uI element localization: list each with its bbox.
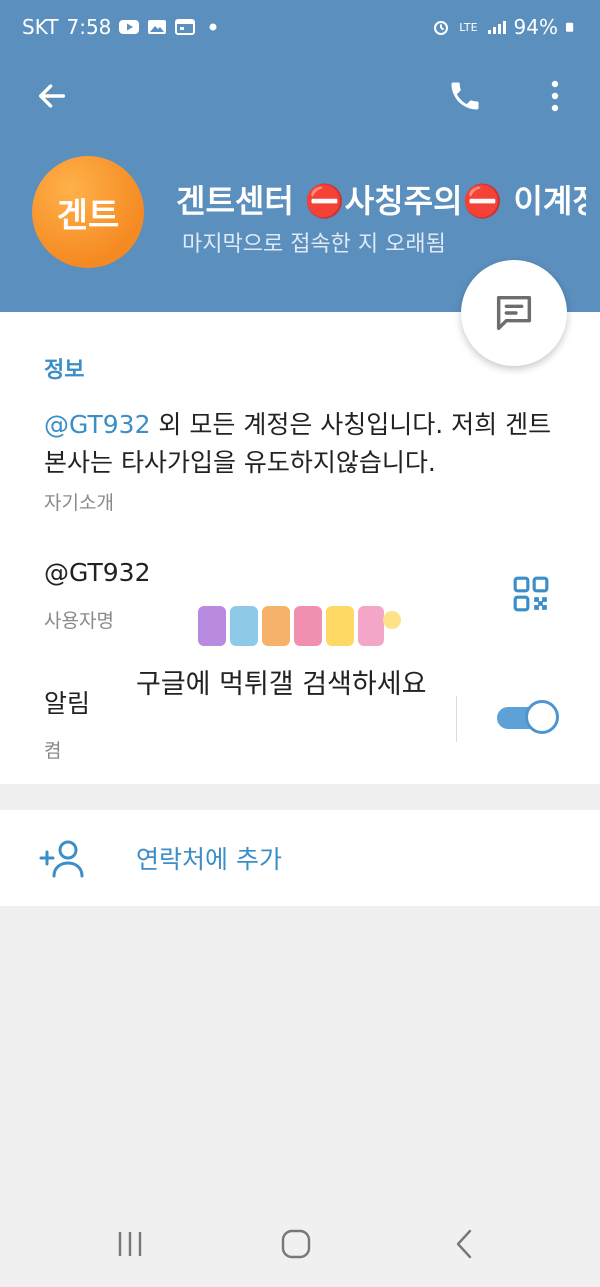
toggle-knob [525, 700, 559, 734]
signal-icon [487, 21, 506, 34]
clock: 7:58 [66, 15, 112, 39]
call-button[interactable] [437, 68, 493, 124]
divider [456, 696, 457, 742]
home-icon [281, 1229, 311, 1259]
watermark-logo [198, 606, 401, 646]
qr-code-icon [513, 576, 549, 612]
add-contact-label: 연락처에 추가 [136, 845, 282, 874]
recent-apps-button[interactable] [102, 1220, 158, 1268]
battery-icon [566, 22, 574, 32]
bio-mention-link[interactable]: @GT932 [44, 410, 150, 439]
back-button[interactable] [24, 68, 80, 124]
home-button[interactable] [268, 1220, 324, 1268]
section-title: 정보 [44, 358, 85, 383]
alarm-icon [434, 21, 449, 35]
last-seen-status: 마지막으로 접속한 지 오래됨 [182, 232, 446, 257]
send-message-button[interactable] [461, 260, 567, 366]
youtube-icon [119, 20, 140, 34]
arrow-left-icon [38, 84, 66, 108]
battery-level: 94% [513, 15, 558, 39]
status-bar: SKT 7:58 LTE 94% [0, 0, 600, 56]
bio-label: 자기소개 [44, 492, 114, 514]
chevron-left-icon [456, 1229, 472, 1259]
username-label: 사용자명 [44, 610, 114, 632]
calendar-icon [175, 19, 196, 35]
info-section: 정보 @GT932 외 모든 계정은 사칭입니다. 저희 겐트본사는 타사가입을… [0, 312, 600, 784]
back-nav-button[interactable] [436, 1220, 492, 1268]
notifications-title: 알림 [44, 689, 91, 718]
avatar[interactable]: 겐트 [32, 156, 144, 268]
username[interactable]: @GT932 [44, 558, 150, 587]
add-user-icon [39, 840, 84, 878]
add-contact-button[interactable]: 연락처에 추가 [0, 810, 600, 906]
more-vertical-icon [551, 80, 559, 112]
phone-icon [451, 82, 479, 110]
system-nav-bar [0, 1200, 600, 1287]
qr-code-button[interactable] [507, 570, 555, 618]
gallery-icon [148, 20, 167, 34]
profile-name: 겐트센터 ⛔사칭주의⛔ 이계정 [176, 182, 586, 220]
notifications-value: 켬 [44, 740, 62, 762]
carrier: SKT [22, 15, 59, 39]
watermark-text: 구글에 먹튀갤 검색하세요 [136, 669, 427, 700]
bio-text[interactable]: @GT932 외 모든 계정은 사칭입니다. 저희 겐트본사는 타사가입을 유도… [44, 406, 564, 482]
message-icon [496, 295, 532, 331]
avatar-initials: 겐트 [56, 195, 120, 236]
recent-apps-icon [118, 1232, 142, 1256]
notifications-toggle[interactable] [495, 700, 561, 736]
dot-icon [209, 23, 217, 31]
network-type: LTE [459, 20, 478, 34]
more-options-button[interactable] [527, 68, 583, 124]
